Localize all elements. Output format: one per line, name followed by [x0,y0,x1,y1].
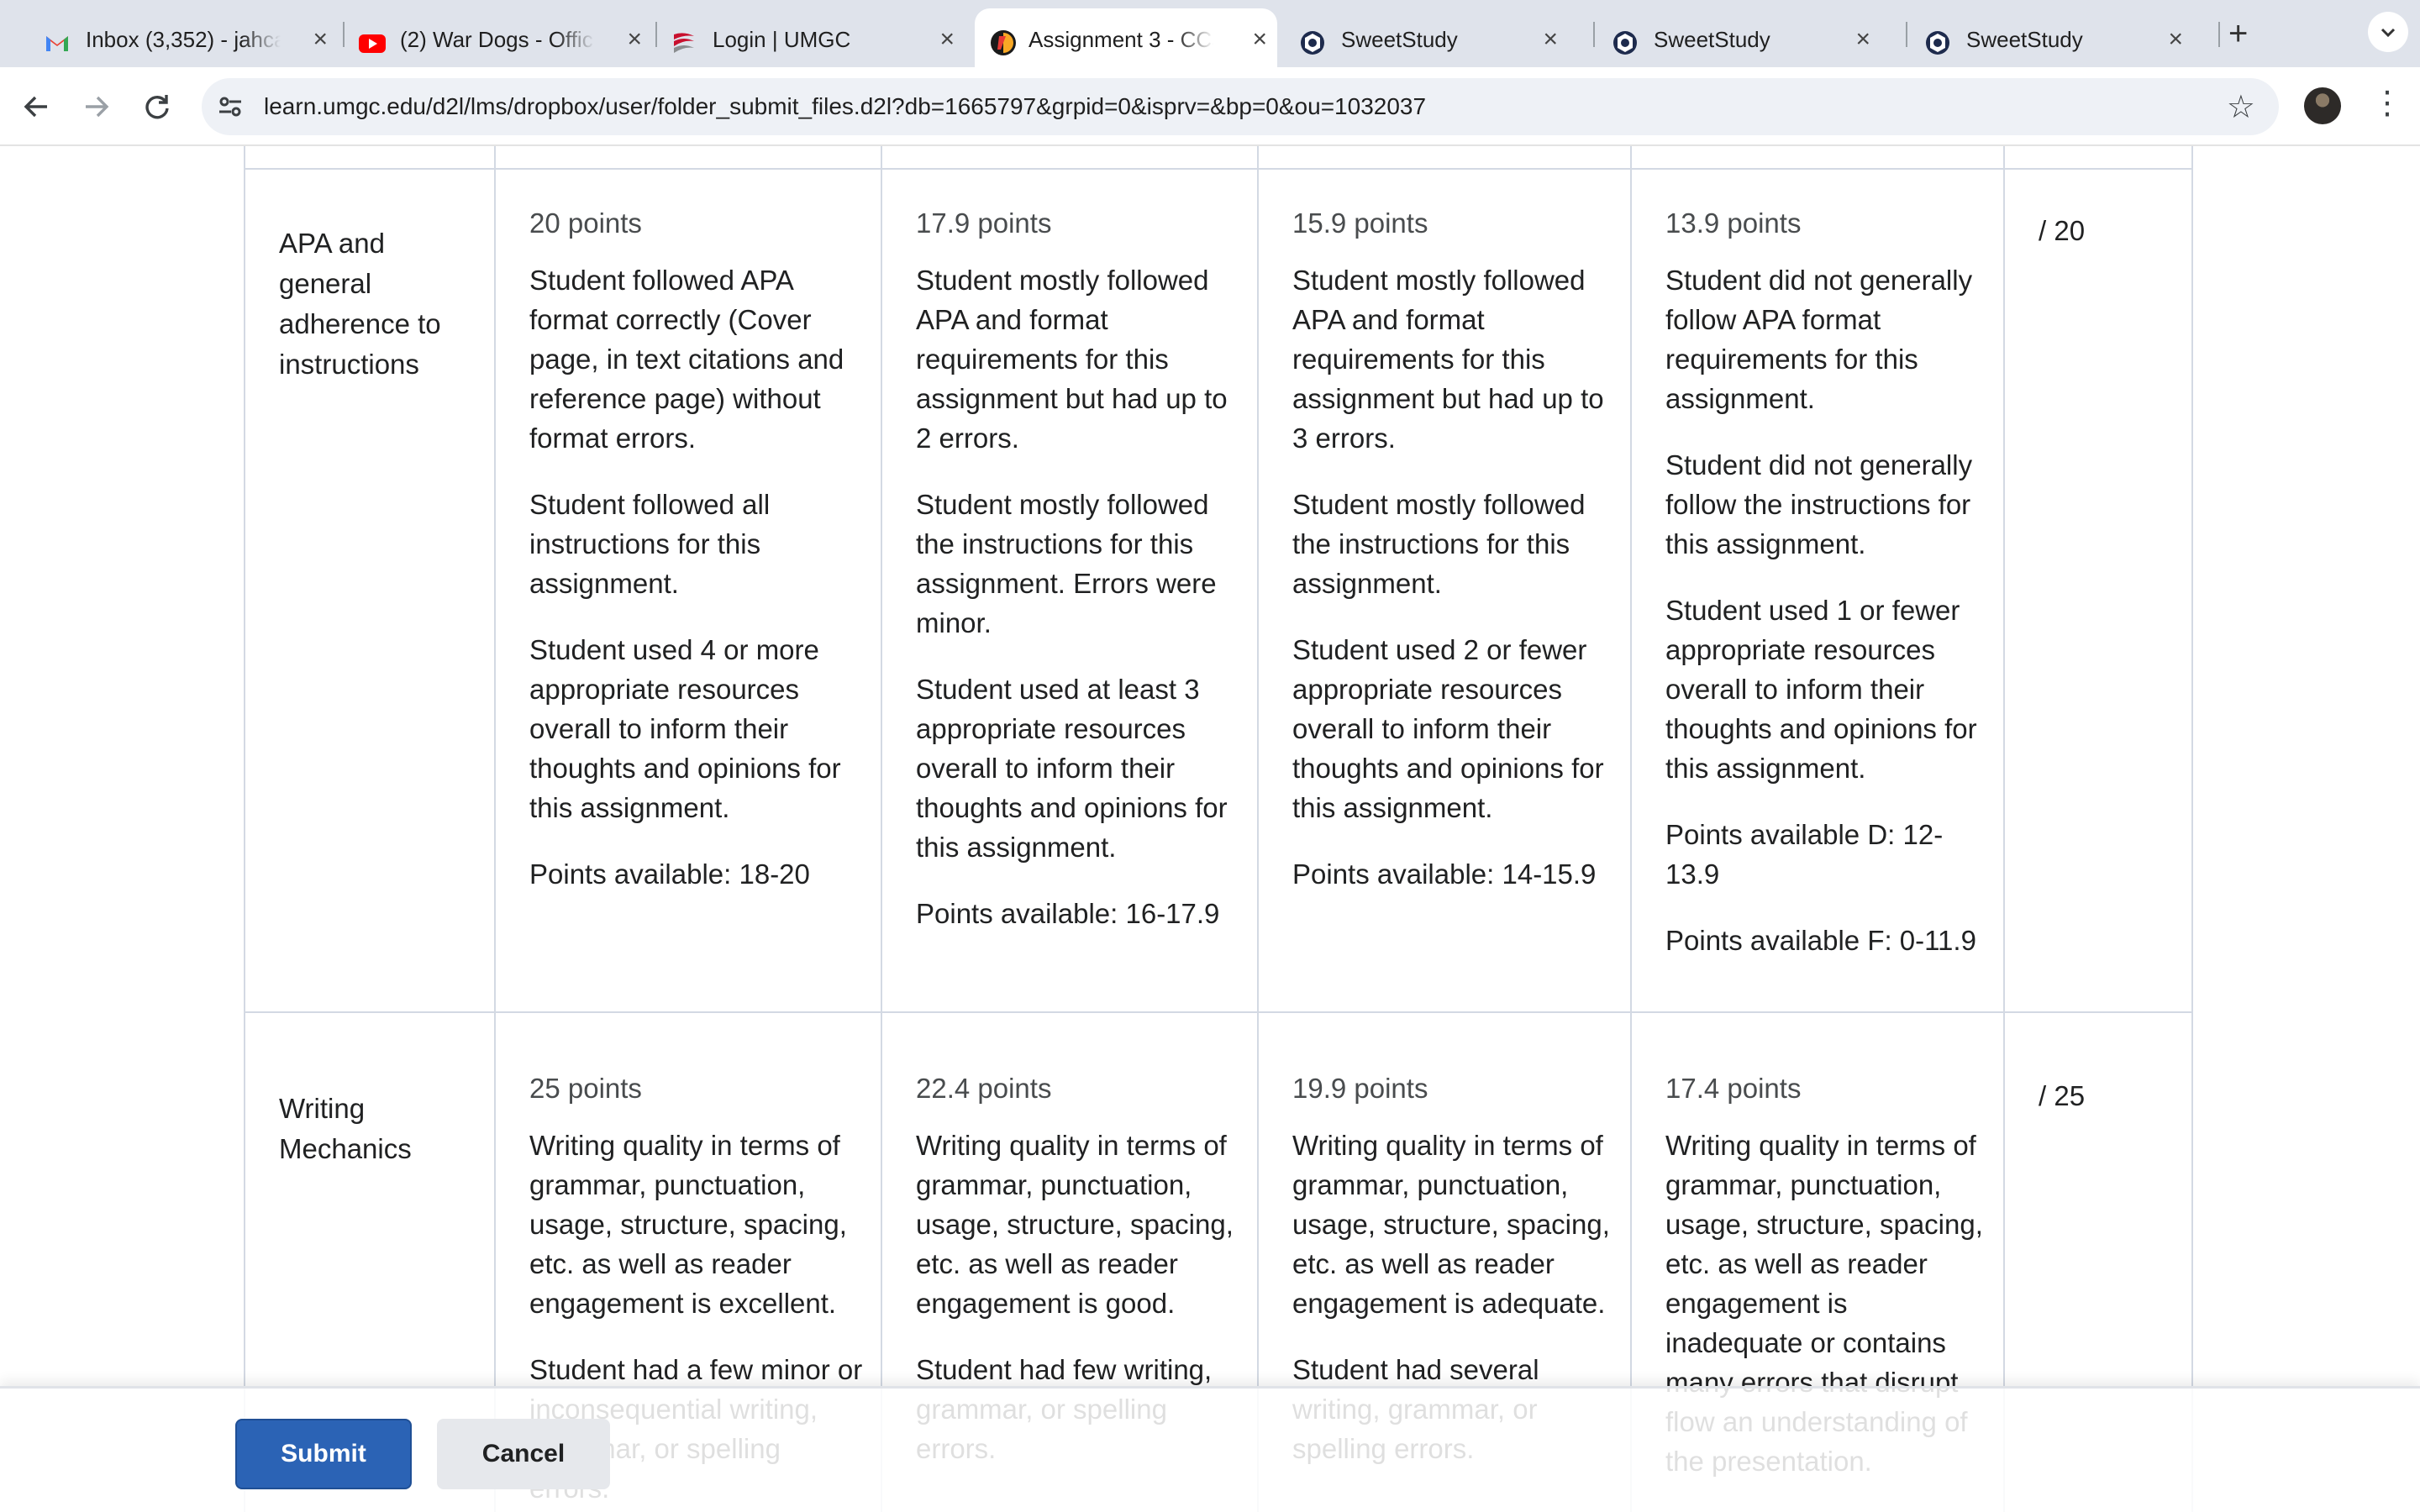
submit-button[interactable]: Submit [235,1419,412,1489]
tab-assignment-3[interactable]: Assignment 3 - CCJ × [975,8,1277,67]
sweetstudy-icon [1612,29,1639,56]
table-row-border [244,1011,2193,1013]
level-description: Student used at least 3 appropriate reso… [916,674,1228,863]
d2l-icon [990,29,1017,56]
tab-title: Login | UMGC [713,27,851,52]
level-description: Writing quality in terms of grammar, pun… [916,1130,1234,1319]
cancel-button[interactable]: Cancel [437,1419,610,1489]
points-available: Points available D: 12-13.9 [1665,819,1944,890]
profile-avatar[interactable] [2304,87,2341,124]
table-column-border [1257,146,1259,1512]
table-row-border [244,168,2193,170]
tab-sweetstudy-1[interactable]: SweetStudy × [1255,8,1583,67]
level-points: 25 points [529,1073,642,1104]
level-description: Student used 4 or more appropriate resou… [529,634,841,823]
criterion-score: / 20 [2039,215,2086,246]
tab-sweetstudy-2[interactable]: SweetStudy × [1568,8,1896,67]
criterion-line: Mechanics [279,1133,412,1164]
table-column-border [881,146,882,1512]
level-description: Student used 1 or fewer appropriate reso… [1665,595,1977,784]
tab-title: SweetStudy [1654,27,1770,52]
criterion-score: / 25 [2039,1080,2086,1111]
close-icon[interactable]: × [939,27,955,52]
criterion-line: instructions [279,349,419,380]
rubric-cell[interactable]: 17.9 points Student mostly followed APA … [916,203,1244,960]
sweetstudy-icon [1924,29,1951,56]
bookmark-star-icon[interactable]: ☆ [2227,88,2255,126]
table-column-border [2003,146,2005,1512]
points-available: Points available: 18-20 [529,858,810,890]
browser-menu-icon[interactable]: ⋮ [2371,84,2403,122]
level-description: Student mostly followed APA and format r… [1292,265,1604,454]
level-points: 22.4 points [916,1073,1052,1104]
rubric-cell[interactable]: 15.9 points Student mostly followed APA … [1292,203,1617,921]
tab-sweetstudy-3[interactable]: SweetStudy × [1881,8,2208,67]
site-settings-icon[interactable] [215,92,245,122]
tab-title: SweetStudy [1341,27,1458,52]
submit-footer: Submit Cancel [0,1386,2420,1512]
rubric-cell[interactable]: 20 points Student followed APA format co… [529,203,865,921]
level-description: Student mostly followed the instructions… [1292,489,1586,599]
tab-youtube[interactable]: (2) War Dogs - Offic × [314,8,667,67]
level-description: Student followed APA format correctly (C… [529,265,844,454]
tab-title: Inbox (3,352) - jahca [86,27,281,52]
table-column-border [1630,146,1632,1512]
sweetstudy-icon [1299,29,1326,56]
tab-umgc-login[interactable]: Login | UMGC × [627,8,980,67]
table-column-border [244,146,245,1512]
close-icon[interactable]: × [1543,27,1558,52]
level-description: Student mostly followed APA and format r… [916,265,1228,454]
address-bar[interactable]: learn.umgc.edu/d2l/lms/dropbox/user/fold… [202,78,2279,135]
tab-search-chevron-icon[interactable] [2368,12,2408,52]
points-available: Points available: 14-15.9 [1292,858,1597,890]
level-points: 20 points [529,207,642,239]
level-points: 17.9 points [916,207,1052,239]
level-description: Student followed all instructions for th… [529,489,771,599]
level-description: Student did not generally follow APA for… [1665,265,1973,414]
umgc-icon [671,29,697,56]
level-description: Student mostly followed the instructions… [916,489,1217,638]
forward-arrow-icon[interactable] [74,84,119,129]
level-description: Student did not generally follow the ins… [1665,449,1973,559]
rubric-cell[interactable]: 13.9 points Student did not generally fo… [1665,203,1990,987]
tab-separator [2218,22,2220,47]
criterion-line: adherence to [279,308,441,339]
points-available: Points available F: 0-11.9 [1665,925,1976,956]
gmail-icon [44,29,71,56]
close-icon[interactable]: × [2168,27,2183,52]
level-description: Writing quality in terms of grammar, pun… [529,1130,847,1319]
criterion-line: general [279,268,372,299]
level-points: 19.9 points [1292,1073,1428,1104]
tab-gmail[interactable]: Inbox (3,352) - jahca × [0,8,353,67]
table-column-border [494,146,496,1512]
tab-title: (2) War Dogs - Offic [400,27,593,52]
table-column-border [2191,146,2193,1512]
criterion-apa: APA and general adherence to instruction… [279,223,481,385]
points-available: Points available: 16-17.9 [916,898,1220,929]
level-description: Writing quality in terms of grammar, pun… [1292,1130,1610,1319]
criterion-line: Writing [279,1093,366,1124]
page-content: APA and general adherence to instruction… [0,146,2420,1512]
level-points: 15.9 points [1292,207,1428,239]
criterion-line: APA and [279,228,385,259]
youtube-icon [358,29,386,56]
criterion-writing-mechanics: Writing Mechanics [279,1089,481,1169]
new-tab-button[interactable]: + [2228,15,2248,53]
url-text: learn.umgc.edu/d2l/lms/dropbox/user/fold… [264,93,1427,119]
back-arrow-icon[interactable] [13,84,59,129]
browser-toolbar: learn.umgc.edu/d2l/lms/dropbox/user/fold… [0,67,2420,146]
close-icon[interactable]: × [1855,27,1870,52]
level-points: 17.4 points [1665,1073,1802,1104]
tab-title: Assignment 3 - CCJ [1028,27,1213,52]
level-points: 13.9 points [1665,207,1802,239]
tab-strip: Inbox (3,352) - jahca × (2) War Dogs - O… [0,0,2420,67]
tab-title: SweetStudy [1966,27,2083,52]
reload-icon[interactable] [134,84,180,129]
level-description: Student used 2 or fewer appropriate reso… [1292,634,1604,823]
